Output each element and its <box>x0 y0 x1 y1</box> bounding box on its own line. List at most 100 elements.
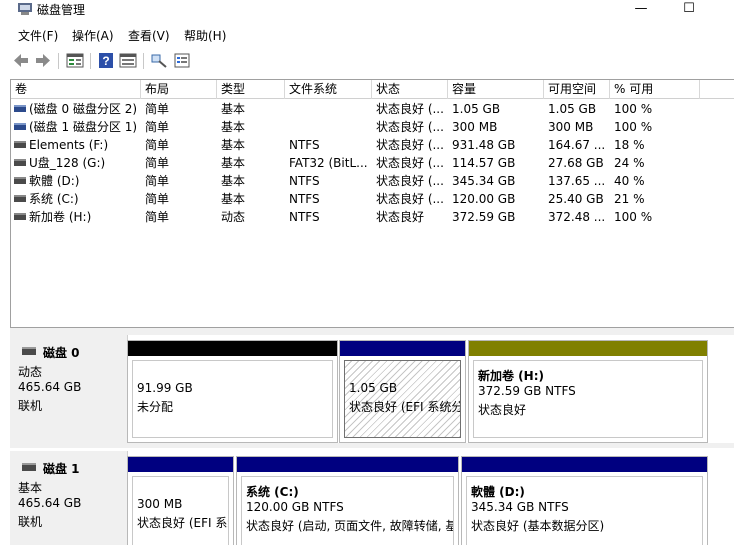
cell-status: 状态良好 (... <box>376 102 444 116</box>
partition-status: 状态良好 (基本数据分区) <box>471 519 605 533</box>
disk-label-1[interactable]: 磁盘 1 基本 465.64 GB 联机 <box>10 451 128 545</box>
cell-filesystem <box>289 118 372 136</box>
col-volume[interactable]: 卷 <box>11 80 141 99</box>
partition-0-2[interactable]: 新加卷 (H:) 372.59 GB NTFS 状态良好 <box>468 340 708 443</box>
cell-capacity: 372.59 GB <box>452 210 516 224</box>
rescan-icon[interactable] <box>150 52 168 69</box>
partition-body: 1.05 GB 状态良好 (EFI 系统分 <box>344 360 461 438</box>
disk-size: 465.64 GB <box>18 380 82 394</box>
menu-help[interactable]: 帮助(H) <box>184 27 226 44</box>
cell-free-space: 27.68 GB <box>548 156 604 170</box>
settings-list-icon[interactable] <box>173 52 191 69</box>
pane-splitter[interactable] <box>10 328 734 335</box>
col-free-space[interactable]: 可用空间 <box>544 80 610 99</box>
col-capacity[interactable]: 容量 <box>448 80 544 99</box>
col-filesystem[interactable]: 文件系统 <box>285 80 372 99</box>
cell-free-space: 300 MB <box>548 120 594 134</box>
partition-1-0[interactable]: 300 MB 状态良好 (EFI 系统 <box>127 456 234 545</box>
toolbar: ? <box>0 48 734 74</box>
partition-title: 軟體 (D:) <box>471 485 525 499</box>
cell-filesystem: NTFS <box>289 138 320 152</box>
table-row[interactable]: 系统 (C:) 简单 基本 NTFS 状态良好 (... 120.00 GB 25.40 G… <box>11 190 734 208</box>
partition-color-bar <box>340 341 465 356</box>
disk-kind: 动态 <box>18 365 43 379</box>
volume-icon <box>14 159 26 166</box>
partition-color-bar <box>237 457 458 472</box>
cell-layout: 简单 <box>145 138 170 152</box>
disk-icon <box>22 347 36 355</box>
disk-state: 联机 <box>18 399 43 413</box>
cell-capacity: 114.57 GB <box>452 156 516 170</box>
volume-list[interactable]: 卷 布局 类型 文件系统 状态 容量 可用空间 % 可用 (磁盘 0 磁盘分区 … <box>10 79 734 328</box>
partition-title: 新加卷 (H:) <box>478 369 544 383</box>
table-row[interactable]: 軟體 (D:) 简单 基本 NTFS 状态良好 (... 345.34 GB 137.65 … <box>11 172 734 190</box>
col-type[interactable]: 类型 <box>217 80 285 99</box>
partition-body: 91.99 GB 未分配 <box>132 360 333 438</box>
table-row[interactable]: Elements (F:) 简单 基本 NTFS 状态良好 (... 931.48 GB 1… <box>11 136 734 154</box>
cell-capacity: 931.48 GB <box>452 138 516 152</box>
disk-state: 联机 <box>18 515 43 529</box>
cell-capacity: 345.34 GB <box>452 174 516 188</box>
col-layout[interactable]: 布局 <box>141 80 217 99</box>
volume-icon <box>14 195 26 202</box>
cell-filesystem <box>289 100 372 118</box>
menu-file[interactable]: 文件(F) <box>18 27 58 44</box>
cell-free-space: 164.67 ... <box>548 138 606 152</box>
disk-list-icon[interactable] <box>66 52 84 69</box>
cell-percent-free: 100 % <box>614 120 653 134</box>
partition-body: 新加卷 (H:) 372.59 GB NTFS 状态良好 <box>473 360 703 438</box>
cell-type: 基本 <box>221 192 246 206</box>
forward-arrow-icon[interactable] <box>34 52 52 69</box>
volume-icon <box>14 105 26 112</box>
cell-status: 状态良好 (... <box>376 156 444 170</box>
partition-1-2[interactable]: 軟體 (D:) 345.34 GB NTFS 状态良好 (基本数据分区) <box>461 456 708 545</box>
cell-percent-free: 24 % <box>614 156 645 170</box>
partition-status: 状态良好 (启动, 页面文件, 故障转储, 基 <box>246 519 454 533</box>
minimize-button[interactable]: — <box>618 0 664 20</box>
table-row[interactable]: (磁盘 1 磁盘分区 1) 简单 基本 状态良好 (... 300 MB 300 MB 10… <box>11 118 734 136</box>
table-row[interactable]: (磁盘 0 磁盘分区 2) 简单 基本 状态良好 (... 1.05 GB 1.05 GB… <box>11 100 734 118</box>
cell-volume-name: Elements (F:) <box>29 138 109 152</box>
col-status[interactable]: 状态 <box>372 80 448 99</box>
cell-status: 状态良好 (... <box>376 174 444 188</box>
disk-name: 磁盘 0 <box>43 346 80 360</box>
cell-filesystem: NTFS <box>289 210 320 224</box>
col-percent-free[interactable]: % 可用 <box>610 80 700 99</box>
partition-0-0[interactable]: 91.99 GB 未分配 <box>127 340 338 443</box>
cell-volume-name: (磁盘 0 磁盘分区 2) <box>29 102 138 116</box>
disk-graph-area: 磁盘 0 动态 465.64 GB 联机 91.99 GB 未分配 1.05 GB 状态良好 … <box>10 335 734 545</box>
partition-size: 91.99 GB <box>137 381 193 395</box>
partition-body: 軟體 (D:) 345.34 GB NTFS 状态良好 (基本数据分区) <box>466 476 703 545</box>
properties-icon[interactable] <box>119 52 137 69</box>
maximize-button[interactable]: ☐ <box>666 0 712 20</box>
partition-1-1[interactable]: 系统 (C:) 120.00 GB NTFS 状态良好 (启动, 页面文件, 故障转… <box>236 456 459 545</box>
cell-capacity: 120.00 GB <box>452 192 516 206</box>
table-row[interactable]: 新加卷 (H:) 简单 动态 NTFS 状态良好 372.59 GB 372.48 ... 1… <box>11 208 734 226</box>
cell-status: 状态良好 (... <box>376 138 444 152</box>
cell-type: 基本 <box>221 102 246 116</box>
menu-bar: 文件(F) 操作(A) 查看(V) 帮助(H) <box>0 24 734 46</box>
cell-layout: 简单 <box>145 120 170 134</box>
partition-body: 300 MB 状态良好 (EFI 系统 <box>132 476 229 545</box>
partition-status: 状态良好 (EFI 系统 <box>137 516 228 530</box>
back-arrow-icon[interactable] <box>12 52 30 69</box>
cell-layout: 简单 <box>145 192 170 206</box>
table-row[interactable]: U盘_128 (G:) 简单 基本 FAT32 (BitL... 状态良好 (... 11… <box>11 154 734 172</box>
partition-color-bar <box>469 341 707 356</box>
cell-filesystem: FAT32 (BitL... <box>289 156 368 170</box>
partition-body: 系统 (C:) 120.00 GB NTFS 状态良好 (启动, 页面文件, 故障转… <box>241 476 454 545</box>
menu-view[interactable]: 查看(V) <box>128 27 170 44</box>
partition-status: 状态良好 <box>478 403 527 417</box>
help-icon[interactable]: ? <box>97 52 115 69</box>
cell-volume-name: 軟體 (D:) <box>29 174 80 188</box>
partition-size: 1.05 GB <box>349 381 398 395</box>
cell-percent-free: 40 % <box>614 174 645 188</box>
cell-layout: 简单 <box>145 156 170 170</box>
cell-volume-name: (磁盘 1 磁盘分区 1) <box>29 120 138 134</box>
column-header-row: 卷 布局 类型 文件系统 状态 容量 可用空间 % 可用 <box>11 80 734 99</box>
partition-0-1[interactable]: 1.05 GB 状态良好 (EFI 系统分 <box>339 340 466 443</box>
disk-label-0[interactable]: 磁盘 0 动态 465.64 GB 联机 <box>10 335 128 443</box>
cell-volume-name: 新加卷 (H:) <box>29 210 92 224</box>
disk-kind: 基本 <box>18 481 43 495</box>
menu-action[interactable]: 操作(A) <box>72 27 114 44</box>
